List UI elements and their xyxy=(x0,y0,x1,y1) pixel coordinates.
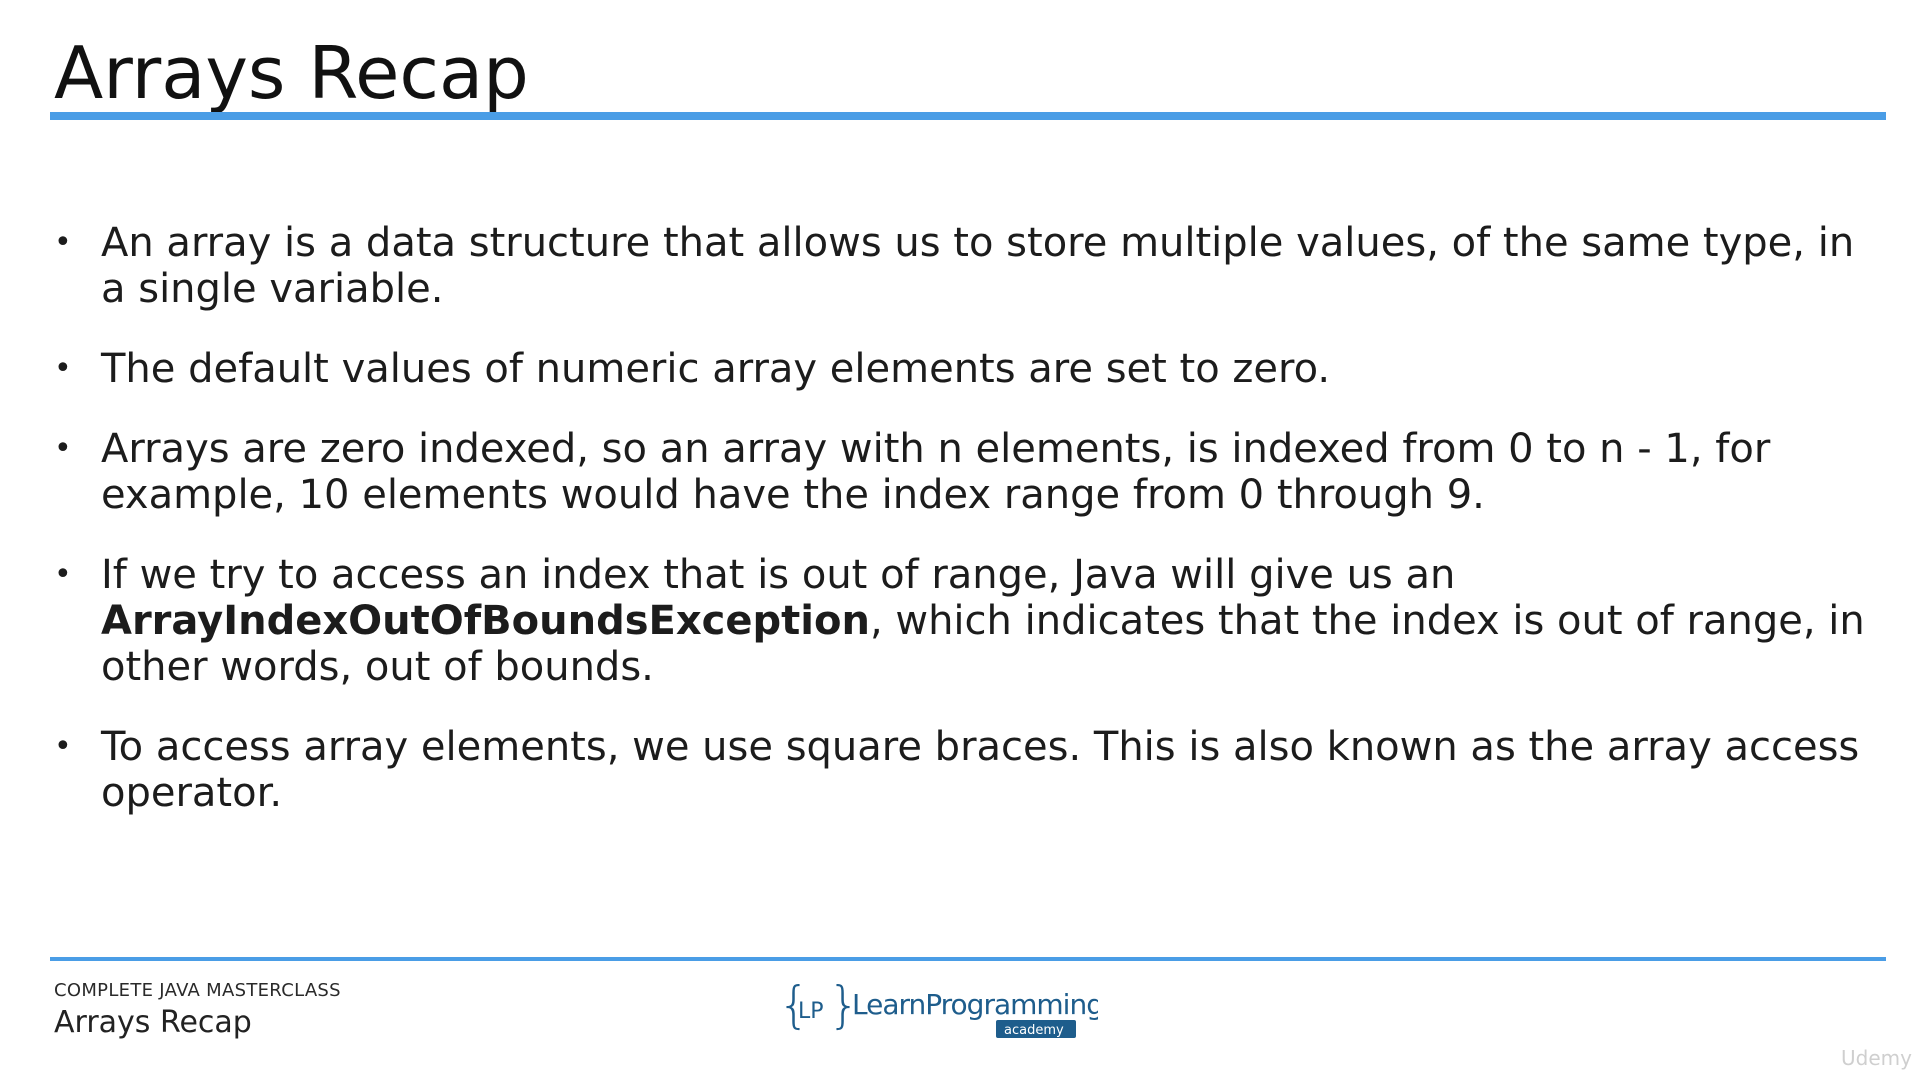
bullet-item-default-values: • The default values of numeric array el… xyxy=(50,346,1870,392)
lecture-name: Arrays Recap xyxy=(54,1005,252,1040)
logo-badge-text: academy xyxy=(1004,1023,1064,1038)
bullet-text-before: If we try to access an index that is out… xyxy=(101,552,1456,598)
exception-name: ArrayIndexOutOfBoundsException xyxy=(101,598,870,644)
bullet-item-zero-indexed: • Arrays are zero indexed, so an array w… xyxy=(50,426,1870,518)
footer-rule xyxy=(50,957,1886,961)
bullet-dot-icon: • xyxy=(54,431,72,466)
bullet-dot-icon: • xyxy=(54,557,72,592)
course-name: COMPLETE JAVA MASTERCLASS xyxy=(54,980,341,1001)
bullet-item-out-of-bounds: • If we try to access an index that is o… xyxy=(50,552,1870,690)
bullet-item-array-definition: • An array is a data structure that allo… xyxy=(50,220,1870,312)
udemy-watermark: Udemy xyxy=(1841,1046,1912,1070)
bullet-dot-icon: • xyxy=(54,351,72,386)
title-underline-rule xyxy=(50,112,1886,120)
bullet-text: Arrays are zero indexed, so an array wit… xyxy=(101,426,1771,518)
bullet-text: An array is a data structure that allows… xyxy=(101,220,1855,312)
bullet-dot-icon: • xyxy=(54,729,72,764)
bullet-item-access-operator: • To access array elements, we use squar… xyxy=(50,724,1870,816)
bullet-text: To access array elements, we use square … xyxy=(101,724,1860,816)
bullet-list: • An array is a data structure that allo… xyxy=(50,220,1870,850)
logo-brand-text: LearnProgramming xyxy=(852,988,1098,1021)
learnprogramming-academy-logo: { LP } LearnProgramming academy xyxy=(778,978,1098,1038)
bullet-text: The default values of numeric array elem… xyxy=(101,346,1331,392)
logo-lp-text: LP xyxy=(798,999,824,1024)
slide-title: Arrays Recap xyxy=(54,31,529,115)
bullet-dot-icon: • xyxy=(54,225,72,260)
